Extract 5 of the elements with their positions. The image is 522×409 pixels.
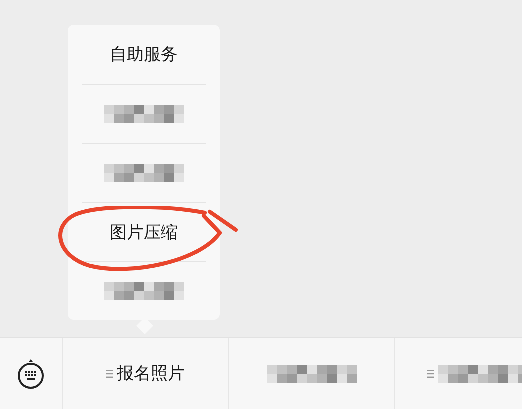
menu-item[interactable]: 自助服务	[82, 25, 206, 84]
keyboard-icon[interactable]	[17, 358, 45, 388]
menu-icon	[106, 370, 113, 378]
menu-icon	[427, 370, 434, 378]
menu-item[interactable]: 图片压缩	[82, 202, 206, 261]
